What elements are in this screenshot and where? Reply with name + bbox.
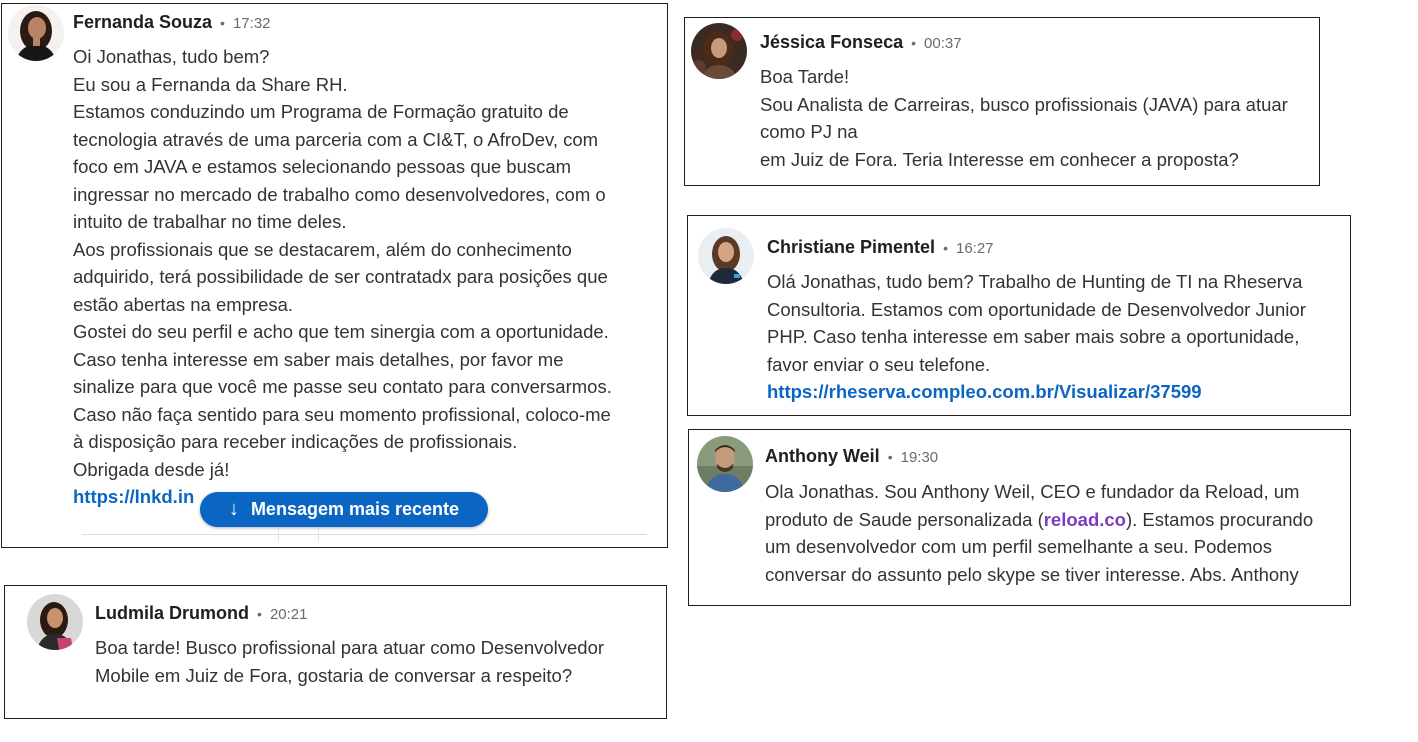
avatar-fernanda[interactable] [8,5,64,61]
message-header: Christiane Pimentel • 16:27 [767,235,994,261]
person-photo-icon [698,228,754,284]
message-line: ingressar no mercado de trabalho como de… [73,183,606,205]
message-line: produto de Saude personalizada (reload.c… [765,506,1313,534]
message-line: Estamos conduzindo um Programa de Formaç… [73,101,569,122]
avatar-ludmila[interactable] [27,594,83,650]
message-link[interactable]: https://rheserva.compleo.com.br/Visualiz… [767,378,1306,406]
message-line: em Juiz de Fora. Teria Interesse em conh… [760,148,1239,170]
message-line: intuito de trabalhar no time deles. [73,211,347,232]
message-header: Ludmila Drumond • 20:21 [95,601,307,627]
sender-name[interactable]: Ludmila Drumond [95,603,249,623]
message-card-jessica: Jéssica Fonseca • 00:37 Boa Tarde! Sou A… [684,17,1320,186]
separator-dot: • [911,35,917,51]
message-body: Olá Jonathas, tudo bem? Trabalho de Hunt… [767,268,1306,406]
person-photo-icon [691,23,747,79]
message-line: adquirido, terá possibilidade de ser con… [73,266,608,287]
message-line: Olá Jonathas, tudo bem? Trabalho de Hunt… [767,271,1303,292]
message-line: Eu sou a Fernanda da Share RH. [73,73,348,95]
avatar-jessica[interactable] [691,23,747,79]
message-text: ). Estamos procurando [1125,508,1314,530]
message-line: Ola Jonathas. Sou Anthony Weil, CEO e fu… [765,481,1300,502]
message-header: Jéssica Fonseca • 00:37 [760,30,962,56]
message-line: como PJ na [760,121,858,142]
message-line: sinalize para que você me passe seu cont… [73,376,612,397]
message-time: 20:21 [269,606,308,623]
message-card-ludmila: Ludmila Drumond • 20:21 Boa tarde! Busco… [4,585,667,719]
sender-name[interactable]: Anthony Weil [765,446,880,466]
separator-dot: • [220,15,225,31]
message-time: 17:32 [232,15,271,32]
message-line: Caso tenha interesse em saber mais detal… [73,348,564,370]
message-card-christiane: Christiane Pimentel • 16:27 Olá Jonathas… [687,215,1351,416]
sender-name[interactable]: Fernanda Souza [73,12,212,32]
message-time: 19:30 [900,449,939,466]
message-body: Boa tarde! Busco profissional para atuar… [95,634,604,689]
message-body: Ola Jonathas. Sou Anthony Weil, CEO e fu… [765,478,1313,588]
message-line: Sou Analista de Carreiras, busco profiss… [760,93,1288,115]
message-card-fernanda: Fernanda Souza • 17:32 Oi Jonathas, tudo… [1,3,668,548]
divider-tick [318,526,319,542]
sender-name[interactable]: Christiane Pimentel [767,237,935,257]
message-line: PHP. Caso tenha interesse em saber mais … [767,326,1300,347]
message-time: 00:37 [924,35,962,52]
message-header: Fernanda Souza • 17:32 [73,10,271,36]
separator-dot: • [943,240,948,256]
message-line: estão abertas na empresa. [73,293,294,315]
new-message-button[interactable]: ↓ Mensagem mais recente [200,492,488,527]
message-line: Consultoria. Estamos com oportunidade de… [767,298,1306,320]
message-line: Caso não faça sentido para seu momento p… [73,403,611,425]
message-line: favor enviar o seu telefone. [767,353,991,375]
message-line: Oi Jonathas, tudo bem? [73,46,270,67]
divider-tick [278,526,279,542]
message-line: um desenvolvedor com um perfil semelhant… [765,536,1272,557]
message-body: Boa Tarde! Sou Analista de Carreiras, bu… [760,63,1288,173]
sender-name[interactable]: Jéssica Fonseca [760,32,903,52]
message-line: foco em JAVA e estamos selecionando pess… [73,156,572,177]
message-line: à disposição para receber indicações de … [73,431,518,452]
new-message-label: Mensagem mais recente [250,499,460,519]
arrow-down-icon: ↓ [228,498,239,520]
message-line: Obrigada desde já! [73,458,230,480]
message-line: Aos profissionais que se destacarem, alé… [73,238,572,260]
separator-dot: • [257,606,262,622]
divider [82,534,647,535]
separator-dot: • [887,449,893,465]
message-line: Boa tarde! Busco profissional para atuar… [95,637,605,658]
person-photo-icon [8,5,64,61]
message-time: 16:27 [955,240,994,257]
avatar-anthony[interactable] [697,436,753,492]
message-header: Anthony Weil • 19:30 [765,444,938,470]
message-line: Boa Tarde! [760,66,850,87]
message-line: conversar do assunto pelo skype se tiver… [765,563,1299,585]
message-text: produto de Saude personalizada ( [765,508,1044,530]
person-photo-icon [27,594,83,650]
message-line: tecnologia através de uma parceria com a… [73,128,599,150]
message-body: Oi Jonathas, tudo bem? Eu sou a Fernanda… [73,43,612,511]
message-line: Gostei do seu perfil e acho que tem sine… [73,321,609,342]
message-card-anthony: Anthony Weil • 19:30 Ola Jonathas. Sou A… [688,429,1351,606]
person-photo-icon [697,436,753,492]
message-line: Mobile em Juiz de Fora, gostaria de conv… [95,664,573,686]
message-link[interactable]: reload.co [1044,509,1126,530]
avatar-christiane[interactable] [698,228,754,284]
